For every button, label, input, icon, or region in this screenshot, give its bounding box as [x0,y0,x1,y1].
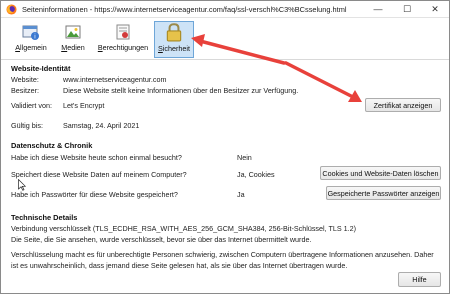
verified-label: Validiert von: [11,101,53,110]
cookies-question: Speichert diese Website Daten auf meinem… [11,170,187,179]
visited-answer: Nein [237,153,252,162]
firefox-icon [6,4,17,15]
tab-medien[interactable]: Medien [57,23,89,59]
privacy-heading: Datenschutz & Chronik [11,141,93,150]
owner-label: Besitzer: [11,86,39,95]
clear-cookies-button[interactable]: Cookies und Website-Daten löschen [320,166,441,180]
tech-line-3: Verschlüsselung macht es für unberechtig… [11,250,434,259]
website-value: www.internetserviceagentur.com [63,75,167,84]
view-certificate-button[interactable]: Zertifikat anzeigen [365,98,441,112]
tab-sicherheit-label: Sicherheit [158,44,190,53]
permissions-icon [116,24,130,40]
window-title: Seiteninformationen - https://www.intern… [22,5,347,14]
tech-line-1: Verbindung verschlüsselt (TLS_ECDHE_RSA_… [11,224,357,233]
minimize-button[interactable]: — [364,1,392,17]
view-passwords-button[interactable]: Gespeicherte Passwörter anzeigen [326,186,441,200]
tech-line-2: Die Seite, die Sie ansehen, wurde versch… [11,235,312,244]
verified-value: Let's Encrypt [63,101,105,110]
passwords-answer: Ja [237,190,245,199]
tab-sicherheit[interactable]: Sicherheit [154,21,194,58]
valid-until-label: Gültig bis: [11,121,43,130]
website-label: Website: [11,75,39,84]
valid-until-value: Samstag, 24. April 2021 [63,121,140,130]
maximize-button[interactable]: ☐ [393,1,421,17]
identity-heading: Website-Identität [11,64,71,73]
security-panel: Website-Identität Website: www.internets… [1,60,449,293]
title-bar: Seiteninformationen - https://www.intern… [1,1,449,18]
owner-value: Diese Website stellt keine Informationen… [63,86,299,95]
passwords-question: Habe ich Passwörter für diese Website ge… [11,190,178,199]
tab-medien-label: Medien [61,43,85,52]
tab-allgemein[interactable]: i Allgemein [9,23,53,59]
tab-allgemein-label: Allgemein [15,43,47,52]
cookies-answer: Ja, Cookies [237,170,275,179]
page-info-toolbar: i Allgemein Medien Berechtigungen Sicher… [1,19,449,59]
lock-icon [166,23,182,42]
general-info-icon: i [22,25,39,41]
close-button[interactable]: ✕ [421,1,449,17]
tab-berechtigungen-label: Berechtigungen [97,43,149,52]
help-button[interactable]: Hilfe [398,272,441,287]
media-icon [65,25,81,39]
tech-line-4: ist es unwahrscheinlich, dass jemand die… [11,261,348,270]
page-info-window: Seiteninformationen - https://www.intern… [0,0,450,294]
visited-question: Habe ich diese Website heute schon einma… [11,153,182,162]
tab-berechtigungen[interactable]: Berechtigungen [95,23,151,59]
technical-heading: Technische Details [11,213,78,222]
